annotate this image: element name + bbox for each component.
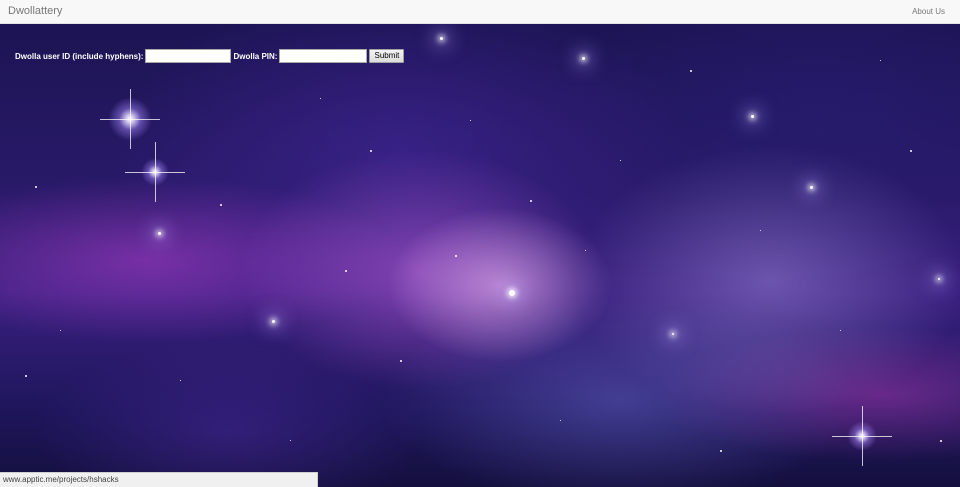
star	[940, 440, 942, 442]
star	[455, 255, 457, 257]
star	[320, 98, 321, 99]
star	[470, 120, 471, 121]
bright-star	[832, 406, 892, 466]
brand-link[interactable]: Dwollattery	[8, 5, 62, 17]
star	[370, 150, 372, 152]
bright-star	[125, 142, 185, 202]
star	[751, 115, 754, 118]
star	[35, 186, 37, 188]
star	[585, 250, 586, 251]
submit-button[interactable]: Submit	[369, 49, 405, 63]
pin-label: Dwolla PIN:	[233, 51, 278, 61]
star	[720, 450, 722, 452]
star	[530, 200, 532, 202]
star	[158, 232, 161, 235]
dwolla-login-form: Dwolla user ID (include hyphens): Dwolla…	[15, 49, 405, 63]
pin-input[interactable]	[279, 49, 368, 63]
star	[440, 37, 443, 40]
star	[620, 160, 621, 161]
nav-link-about-us[interactable]: About Us	[912, 7, 945, 16]
star	[910, 150, 912, 152]
status-bar: www.apptic.me/projects/hshacks	[0, 472, 318, 487]
navbar: Dwollattery About Us	[0, 0, 960, 24]
star	[840, 330, 841, 331]
star	[938, 278, 940, 280]
star	[690, 70, 692, 72]
star	[400, 360, 402, 362]
status-url: www.apptic.me/projects/hshacks	[3, 475, 119, 484]
star	[290, 440, 291, 441]
star	[345, 270, 347, 272]
star	[760, 230, 761, 231]
userid-label: Dwolla user ID (include hyphens):	[15, 51, 144, 61]
star	[272, 320, 275, 323]
star	[509, 290, 515, 296]
star	[672, 333, 674, 335]
bright-star	[100, 89, 160, 149]
star	[880, 60, 881, 61]
userid-input[interactable]	[145, 49, 232, 63]
star	[582, 57, 585, 60]
star	[220, 204, 222, 206]
star	[25, 375, 27, 377]
star	[60, 330, 61, 331]
star	[180, 380, 181, 381]
star	[560, 420, 561, 421]
star	[810, 186, 813, 189]
galaxy-background	[0, 0, 960, 487]
